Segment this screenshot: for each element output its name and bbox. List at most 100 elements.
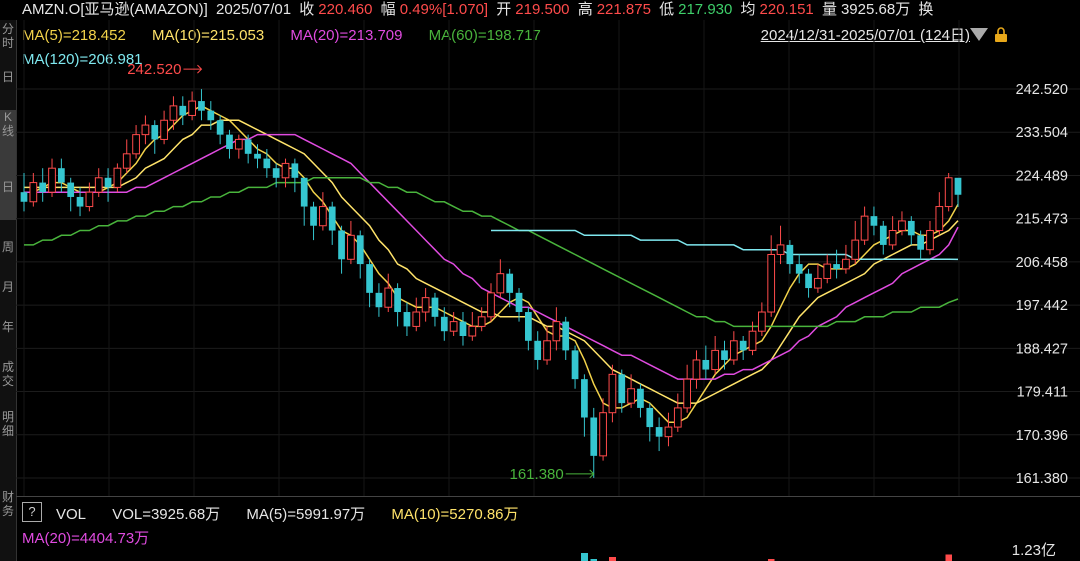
candle-body <box>534 340 542 360</box>
candle-body <box>618 374 626 404</box>
low-annotation: 161.380 <box>510 466 564 483</box>
close-value: 220.460 <box>318 1 373 18</box>
candle-body <box>702 359 710 370</box>
volume-bar <box>609 556 616 561</box>
candle-body <box>207 110 215 121</box>
candle-body <box>468 325 477 337</box>
candle-body <box>599 412 607 457</box>
sidebar-tab-kline[interactable]: K线 <box>0 110 16 220</box>
volume-bar <box>581 553 588 561</box>
candle-body <box>552 321 561 342</box>
candle-body <box>786 244 794 265</box>
sidebar-tab-year[interactable]: 年 <box>0 320 16 334</box>
candle-body <box>590 417 598 456</box>
candle-body <box>94 177 103 193</box>
candle-body <box>132 134 140 155</box>
candle-body <box>767 253 776 313</box>
candle-body <box>310 206 317 226</box>
candle-body <box>888 230 897 246</box>
candle-body <box>655 427 663 437</box>
candle-body <box>842 258 850 270</box>
candlesticks <box>20 89 962 478</box>
candle-body <box>562 321 570 351</box>
candle-body <box>926 230 934 251</box>
volume-label: 量 <box>821 1 837 18</box>
sidebar-tab-intraday[interactable]: 分时 <box>0 22 16 50</box>
symbol-name[interactable]: AMZN.O[亚马逊(AMAZON)] <box>22 1 208 18</box>
candle-body <box>431 297 439 317</box>
candle-body <box>692 359 701 380</box>
sidebar-tab-details[interactable]: 明细 <box>0 410 16 438</box>
sidebar-tab-week[interactable]: 周 <box>0 240 16 254</box>
price-tick-label: 242.520 <box>1016 82 1068 98</box>
candle-body <box>515 292 523 313</box>
candle-body <box>366 264 373 293</box>
price-tick-label: 197.442 <box>1016 298 1068 314</box>
candle-body <box>776 244 785 255</box>
candle-body <box>571 350 579 380</box>
candle-body <box>67 182 75 197</box>
ma-line <box>491 229 959 261</box>
candle-body <box>39 182 47 193</box>
price-tick-label: 179.411 <box>1017 385 1068 401</box>
candle-body <box>76 196 84 207</box>
sidebar-tab-day[interactable]: 日 <box>0 70 16 84</box>
sidebar-tab-day2[interactable]: 日 <box>0 180 16 194</box>
candle-body <box>477 316 486 327</box>
candle-body <box>375 292 383 308</box>
price-tick-label: 188.427 <box>1016 341 1068 357</box>
candle-body <box>328 206 336 231</box>
candle-body <box>917 235 925 250</box>
candle-body <box>608 373 617 414</box>
candle-body <box>179 105 187 116</box>
candle-body <box>721 350 728 360</box>
volume-axis-top: 1.23亿 <box>1011 542 1056 559</box>
candle-body <box>860 215 869 241</box>
candle-body <box>748 330 757 351</box>
panel-separator <box>16 496 1080 497</box>
candle-body <box>543 340 551 361</box>
candle-body <box>412 311 421 327</box>
avg-label: 均 <box>740 1 756 18</box>
candle-body <box>729 340 738 361</box>
high-value: 221.875 <box>596 1 651 18</box>
sidebar-tab-trades[interactable]: 成交 <box>0 360 16 388</box>
kline-chart[interactable]: 242.520 161.380 242.520 233.504 224.489 215.… <box>16 20 1080 496</box>
change-label: 幅 <box>380 1 396 18</box>
candle-body <box>627 388 635 404</box>
period-sidebar: 分时 日 K线 日 周 月 年 成交 明细 财务 <box>0 20 17 561</box>
candle-body <box>823 263 832 279</box>
price-axis: 242.520 233.504 224.489 215.473 206.458 197.4… <box>1016 82 1068 487</box>
candle-body <box>673 407 682 428</box>
candle-body <box>226 134 233 150</box>
candle-body <box>394 288 401 313</box>
low-label: 低 <box>659 1 675 18</box>
candle-body <box>646 407 654 428</box>
price-tick-label: 233.504 <box>1016 125 1068 141</box>
candle-body <box>403 312 411 327</box>
sidebar-tab-finance[interactable]: 财务 <box>0 490 16 518</box>
candle-body <box>151 125 159 140</box>
candle-body <box>319 206 327 227</box>
candle-body <box>169 105 178 121</box>
quote-date: 2025/07/01 <box>216 1 292 18</box>
sidebar-tab-month[interactable]: 月 <box>0 280 16 294</box>
candle-body <box>833 264 840 269</box>
candle-body <box>944 177 953 208</box>
candle-body <box>160 119 168 140</box>
volume-value: 3925.68万 <box>840 1 911 18</box>
candle-body <box>272 168 280 178</box>
volume-bar <box>945 554 953 561</box>
candle-body <box>338 230 345 260</box>
candle-body <box>907 220 915 236</box>
candle-body <box>291 163 299 178</box>
candle-body <box>805 273 812 289</box>
candle-body <box>141 124 150 136</box>
price-tick-label: 161.380 <box>1016 471 1068 487</box>
low-value: 217.930 <box>678 1 733 18</box>
quote-header: AMZN.O[亚马逊(AMAZON)] 2025/07/01 收 220.460 … <box>22 0 1080 20</box>
candle-body <box>506 273 514 293</box>
candle-body <box>57 168 65 183</box>
candle-body <box>637 388 644 408</box>
ma-line <box>24 133 959 380</box>
